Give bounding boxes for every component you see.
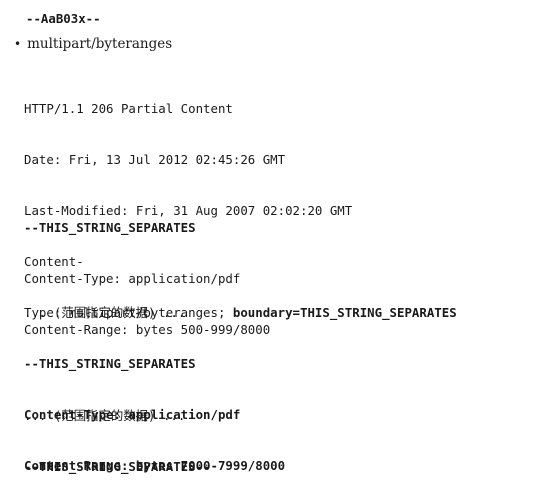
status-line: HTTP/1.1 206 Partial Content (24, 101, 233, 116)
top-boundary-code: --AaB03x-- (26, 11, 101, 26)
part-boundary: --THIS_STRING_SEPARATES (24, 220, 196, 235)
bullet-icon: • (14, 37, 22, 51)
range-data-placeholder: ... (范围指定的数据) ... (24, 408, 186, 423)
date-header: Date: Fri, 13 Jul 2012 02:45:26 GMT (24, 152, 286, 167)
range-data-placeholder: ... (范围指定的数据) ... (24, 305, 186, 320)
bullet-item-label: multipart/byteranges (27, 36, 173, 52)
part-boundary: --THIS_STRING_SEPARATES (24, 356, 196, 371)
body-end: ... (范围指定的数据) ... --THIS_STRING_SEPARATE… (24, 373, 211, 492)
closing-boundary: --THIS_STRING_SEPARATES-- (24, 459, 211, 474)
bullet-list-item: • multipart/byteranges (14, 36, 172, 52)
